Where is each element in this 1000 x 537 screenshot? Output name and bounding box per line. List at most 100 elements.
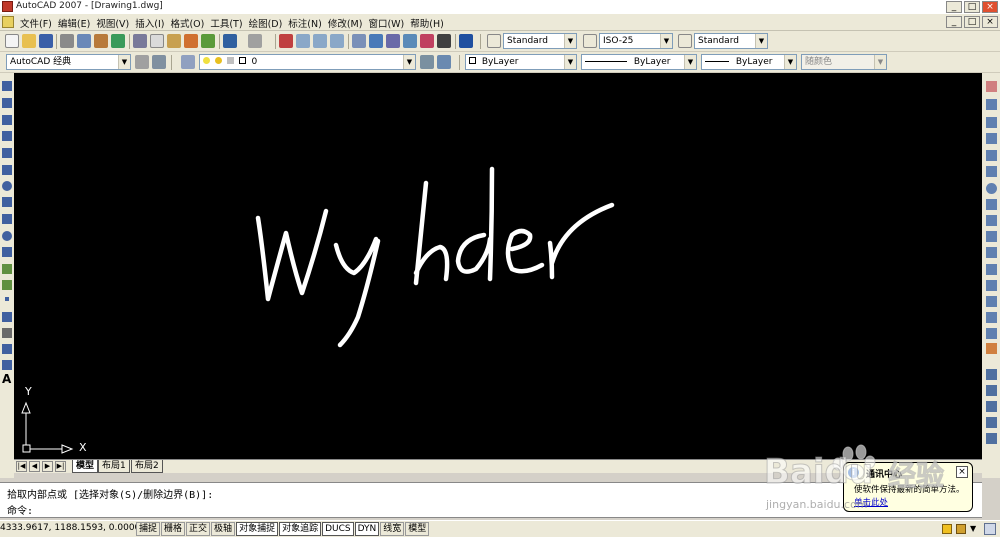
circle-icon[interactable] bbox=[2, 181, 12, 191]
markup-icon[interactable] bbox=[420, 34, 434, 48]
copy-icon[interactable] bbox=[150, 34, 164, 48]
polar-toggle[interactable]: 极轴 bbox=[211, 522, 236, 536]
extend-icon[interactable] bbox=[986, 247, 997, 258]
make-block-icon[interactable] bbox=[2, 280, 12, 290]
menu-draw[interactable]: 绘图(D) bbox=[246, 16, 286, 30]
new-icon[interactable] bbox=[5, 34, 19, 48]
make-layer-current-icon[interactable] bbox=[420, 55, 434, 69]
zoom-window-icon[interactable] bbox=[313, 34, 327, 48]
menu-tools[interactable]: 工具(T) bbox=[207, 16, 245, 30]
layer-previous-icon[interactable] bbox=[437, 55, 451, 69]
region-icon[interactable] bbox=[2, 344, 12, 354]
snap-toggle[interactable]: 捕捉 bbox=[136, 522, 161, 536]
chamfer-icon[interactable] bbox=[986, 312, 997, 323]
spline-icon[interactable] bbox=[2, 214, 12, 224]
layer-manager-icon[interactable] bbox=[181, 55, 195, 69]
rectangle-icon[interactable] bbox=[2, 148, 12, 158]
text-style-select[interactable]: Standard ▼ bbox=[503, 33, 577, 49]
block-editor-icon[interactable] bbox=[201, 34, 215, 48]
bring-to-front-icon[interactable] bbox=[986, 385, 997, 396]
plot-preview-icon[interactable] bbox=[77, 34, 91, 48]
table-style-select[interactable]: Standard ▼ bbox=[694, 33, 768, 49]
document-icon[interactable] bbox=[2, 16, 14, 28]
dim-style-select[interactable]: ISO-25 ▼ bbox=[599, 33, 673, 49]
construction-line-icon[interactable] bbox=[2, 98, 12, 108]
mirror-icon[interactable] bbox=[986, 117, 997, 128]
menu-help[interactable]: 帮助(H) bbox=[407, 16, 447, 30]
osnap-toggle[interactable]: 对象捕捉 bbox=[236, 522, 279, 536]
warning-icon[interactable] bbox=[942, 524, 952, 534]
command-window[interactable]: 拾取内部点或 [选择对象(S)/删除边界(B)]: 命令: bbox=[0, 482, 982, 518]
ellipse-arc-icon[interactable] bbox=[2, 247, 12, 257]
menu-dimension[interactable]: 标注(N) bbox=[285, 16, 325, 30]
polygon-icon[interactable] bbox=[2, 131, 12, 141]
table-style-icon[interactable] bbox=[678, 34, 692, 48]
linetype-select[interactable]: ByLayer ▼ bbox=[581, 54, 697, 70]
paste-icon[interactable] bbox=[167, 34, 181, 48]
workspace-settings-icon[interactable] bbox=[135, 55, 149, 69]
point-icon[interactable] bbox=[5, 297, 9, 301]
break-icon[interactable] bbox=[986, 280, 997, 291]
copy-object-icon[interactable] bbox=[986, 99, 997, 110]
undo-icon[interactable] bbox=[223, 34, 237, 48]
open-icon[interactable] bbox=[22, 34, 36, 48]
arc-icon[interactable] bbox=[2, 165, 12, 175]
menu-edit[interactable]: 编辑(E) bbox=[55, 16, 93, 30]
gradient-icon[interactable] bbox=[2, 328, 12, 338]
tab-layout2[interactable]: 布局2 bbox=[131, 460, 163, 473]
fillet-icon[interactable] bbox=[986, 328, 997, 339]
notification-close-button[interactable]: × bbox=[956, 466, 968, 478]
offset-icon[interactable] bbox=[986, 133, 997, 144]
match-properties-icon[interactable] bbox=[184, 34, 198, 48]
menu-insert[interactable]: 插入(I) bbox=[132, 16, 167, 30]
trim-icon[interactable] bbox=[986, 231, 997, 242]
scale-icon[interactable] bbox=[986, 199, 997, 210]
text-style-icon[interactable] bbox=[487, 34, 501, 48]
calculator-icon[interactable] bbox=[437, 34, 451, 48]
break-at-point-icon[interactable] bbox=[986, 264, 997, 275]
menu-file[interactable]: 文件(F) bbox=[17, 16, 55, 30]
table-icon[interactable] bbox=[2, 360, 12, 370]
close-button[interactable]: × bbox=[982, 1, 998, 13]
join-icon[interactable] bbox=[986, 296, 997, 307]
polyline-icon[interactable] bbox=[2, 115, 12, 125]
draworder-icon[interactable] bbox=[986, 369, 997, 380]
grid-toggle[interactable]: 栅格 bbox=[161, 522, 186, 536]
save-icon[interactable] bbox=[39, 34, 53, 48]
multiline-text-icon[interactable]: A bbox=[2, 373, 12, 385]
cut-icon[interactable] bbox=[133, 34, 147, 48]
help-icon[interactable] bbox=[459, 34, 473, 48]
tab-model[interactable]: 模型 bbox=[72, 460, 99, 473]
explode-icon[interactable] bbox=[986, 343, 997, 354]
tool-palettes-icon[interactable] bbox=[386, 34, 400, 48]
last-tab-button[interactable]: ▶| bbox=[55, 461, 66, 472]
stretch-icon[interactable] bbox=[986, 215, 997, 226]
ducs-toggle[interactable]: DUCS bbox=[322, 522, 354, 536]
coordinate-readout[interactable]: 4333.9617, 1188.1593, 0.0000 bbox=[0, 523, 140, 533]
color-select[interactable]: ByLayer ▼ bbox=[465, 54, 577, 70]
layer-select[interactable]: 0 ▼ bbox=[199, 54, 416, 70]
array-icon[interactable] bbox=[986, 150, 997, 161]
move-icon[interactable] bbox=[986, 166, 997, 177]
line-icon[interactable] bbox=[2, 81, 12, 91]
workspace-select[interactable]: AutoCAD 经典 ▼ bbox=[6, 54, 131, 70]
dyn-toggle[interactable]: DYN bbox=[354, 522, 380, 536]
sheet-set-icon[interactable] bbox=[403, 34, 417, 48]
otrack-toggle[interactable]: 对象追踪 bbox=[279, 522, 322, 536]
menu-modify[interactable]: 修改(M) bbox=[325, 16, 366, 30]
autocad-app-icon[interactable] bbox=[2, 1, 13, 12]
save-workspace-icon[interactable] bbox=[152, 55, 166, 69]
insert-block-icon[interactable] bbox=[2, 264, 12, 274]
status-menu-icon[interactable]: ▼ bbox=[970, 524, 976, 533]
rotate-icon[interactable] bbox=[986, 183, 997, 194]
redo-icon[interactable] bbox=[248, 34, 262, 48]
publish-icon[interactable] bbox=[94, 34, 108, 48]
revision-cloud-icon[interactable] bbox=[2, 197, 12, 207]
pan-icon[interactable] bbox=[279, 34, 293, 48]
first-tab-button[interactable]: |◀ bbox=[16, 461, 27, 472]
drawing-canvas[interactable]: X Y bbox=[14, 73, 982, 459]
doc-minimize-button[interactable]: _ bbox=[946, 16, 962, 28]
tab-layout1[interactable]: 布局1 bbox=[98, 460, 130, 473]
send-under-icon[interactable] bbox=[986, 433, 997, 444]
menu-view[interactable]: 视图(V) bbox=[93, 16, 132, 30]
